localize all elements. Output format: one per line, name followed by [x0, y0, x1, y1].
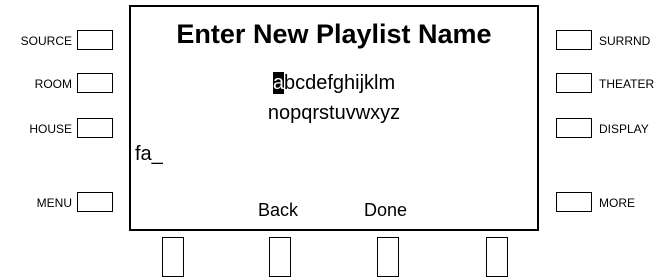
- source-label: SOURCE: [20, 34, 72, 48]
- selected-letter[interactable]: a: [272, 72, 284, 94]
- alphabet-row-1-rest[interactable]: bcdefghijklm: [284, 72, 395, 94]
- display-button[interactable]: [556, 118, 592, 138]
- more-button[interactable]: [556, 192, 592, 212]
- back-softkey-button[interactable]: [269, 237, 291, 277]
- display-screen: Enter New Playlist Name abcdefghijklm no…: [129, 5, 539, 231]
- screen-title: Enter New Playlist Name: [176, 19, 492, 49]
- theater-button[interactable]: [556, 73, 592, 93]
- name-entry-text: fa_: [135, 143, 163, 165]
- source-button[interactable]: [77, 30, 113, 50]
- menu-label: MENU: [36, 196, 72, 210]
- alphabet-row-2[interactable]: nopqrstuvwxyz: [131, 101, 537, 125]
- more-label: MORE: [599, 196, 635, 210]
- house-label: HOUSE: [29, 122, 72, 136]
- room-button[interactable]: [77, 73, 113, 93]
- alphabet-row-1: abcdefghijklm: [131, 71, 537, 95]
- done-softkey-label: Done: [364, 200, 408, 220]
- softkey-1-button[interactable]: [162, 237, 184, 277]
- room-label: ROOM: [34, 77, 72, 91]
- menu-button[interactable]: [77, 192, 113, 212]
- back-softkey-label: Back: [258, 200, 299, 220]
- done-softkey-button[interactable]: [377, 237, 399, 277]
- theater-label: THEATER: [599, 77, 655, 91]
- display-label: DISPLAY: [599, 122, 649, 136]
- surrnd-label: SURRND: [599, 34, 651, 48]
- surrnd-button[interactable]: [556, 30, 592, 50]
- house-button[interactable]: [77, 118, 113, 138]
- softkey-4-button[interactable]: [486, 237, 508, 277]
